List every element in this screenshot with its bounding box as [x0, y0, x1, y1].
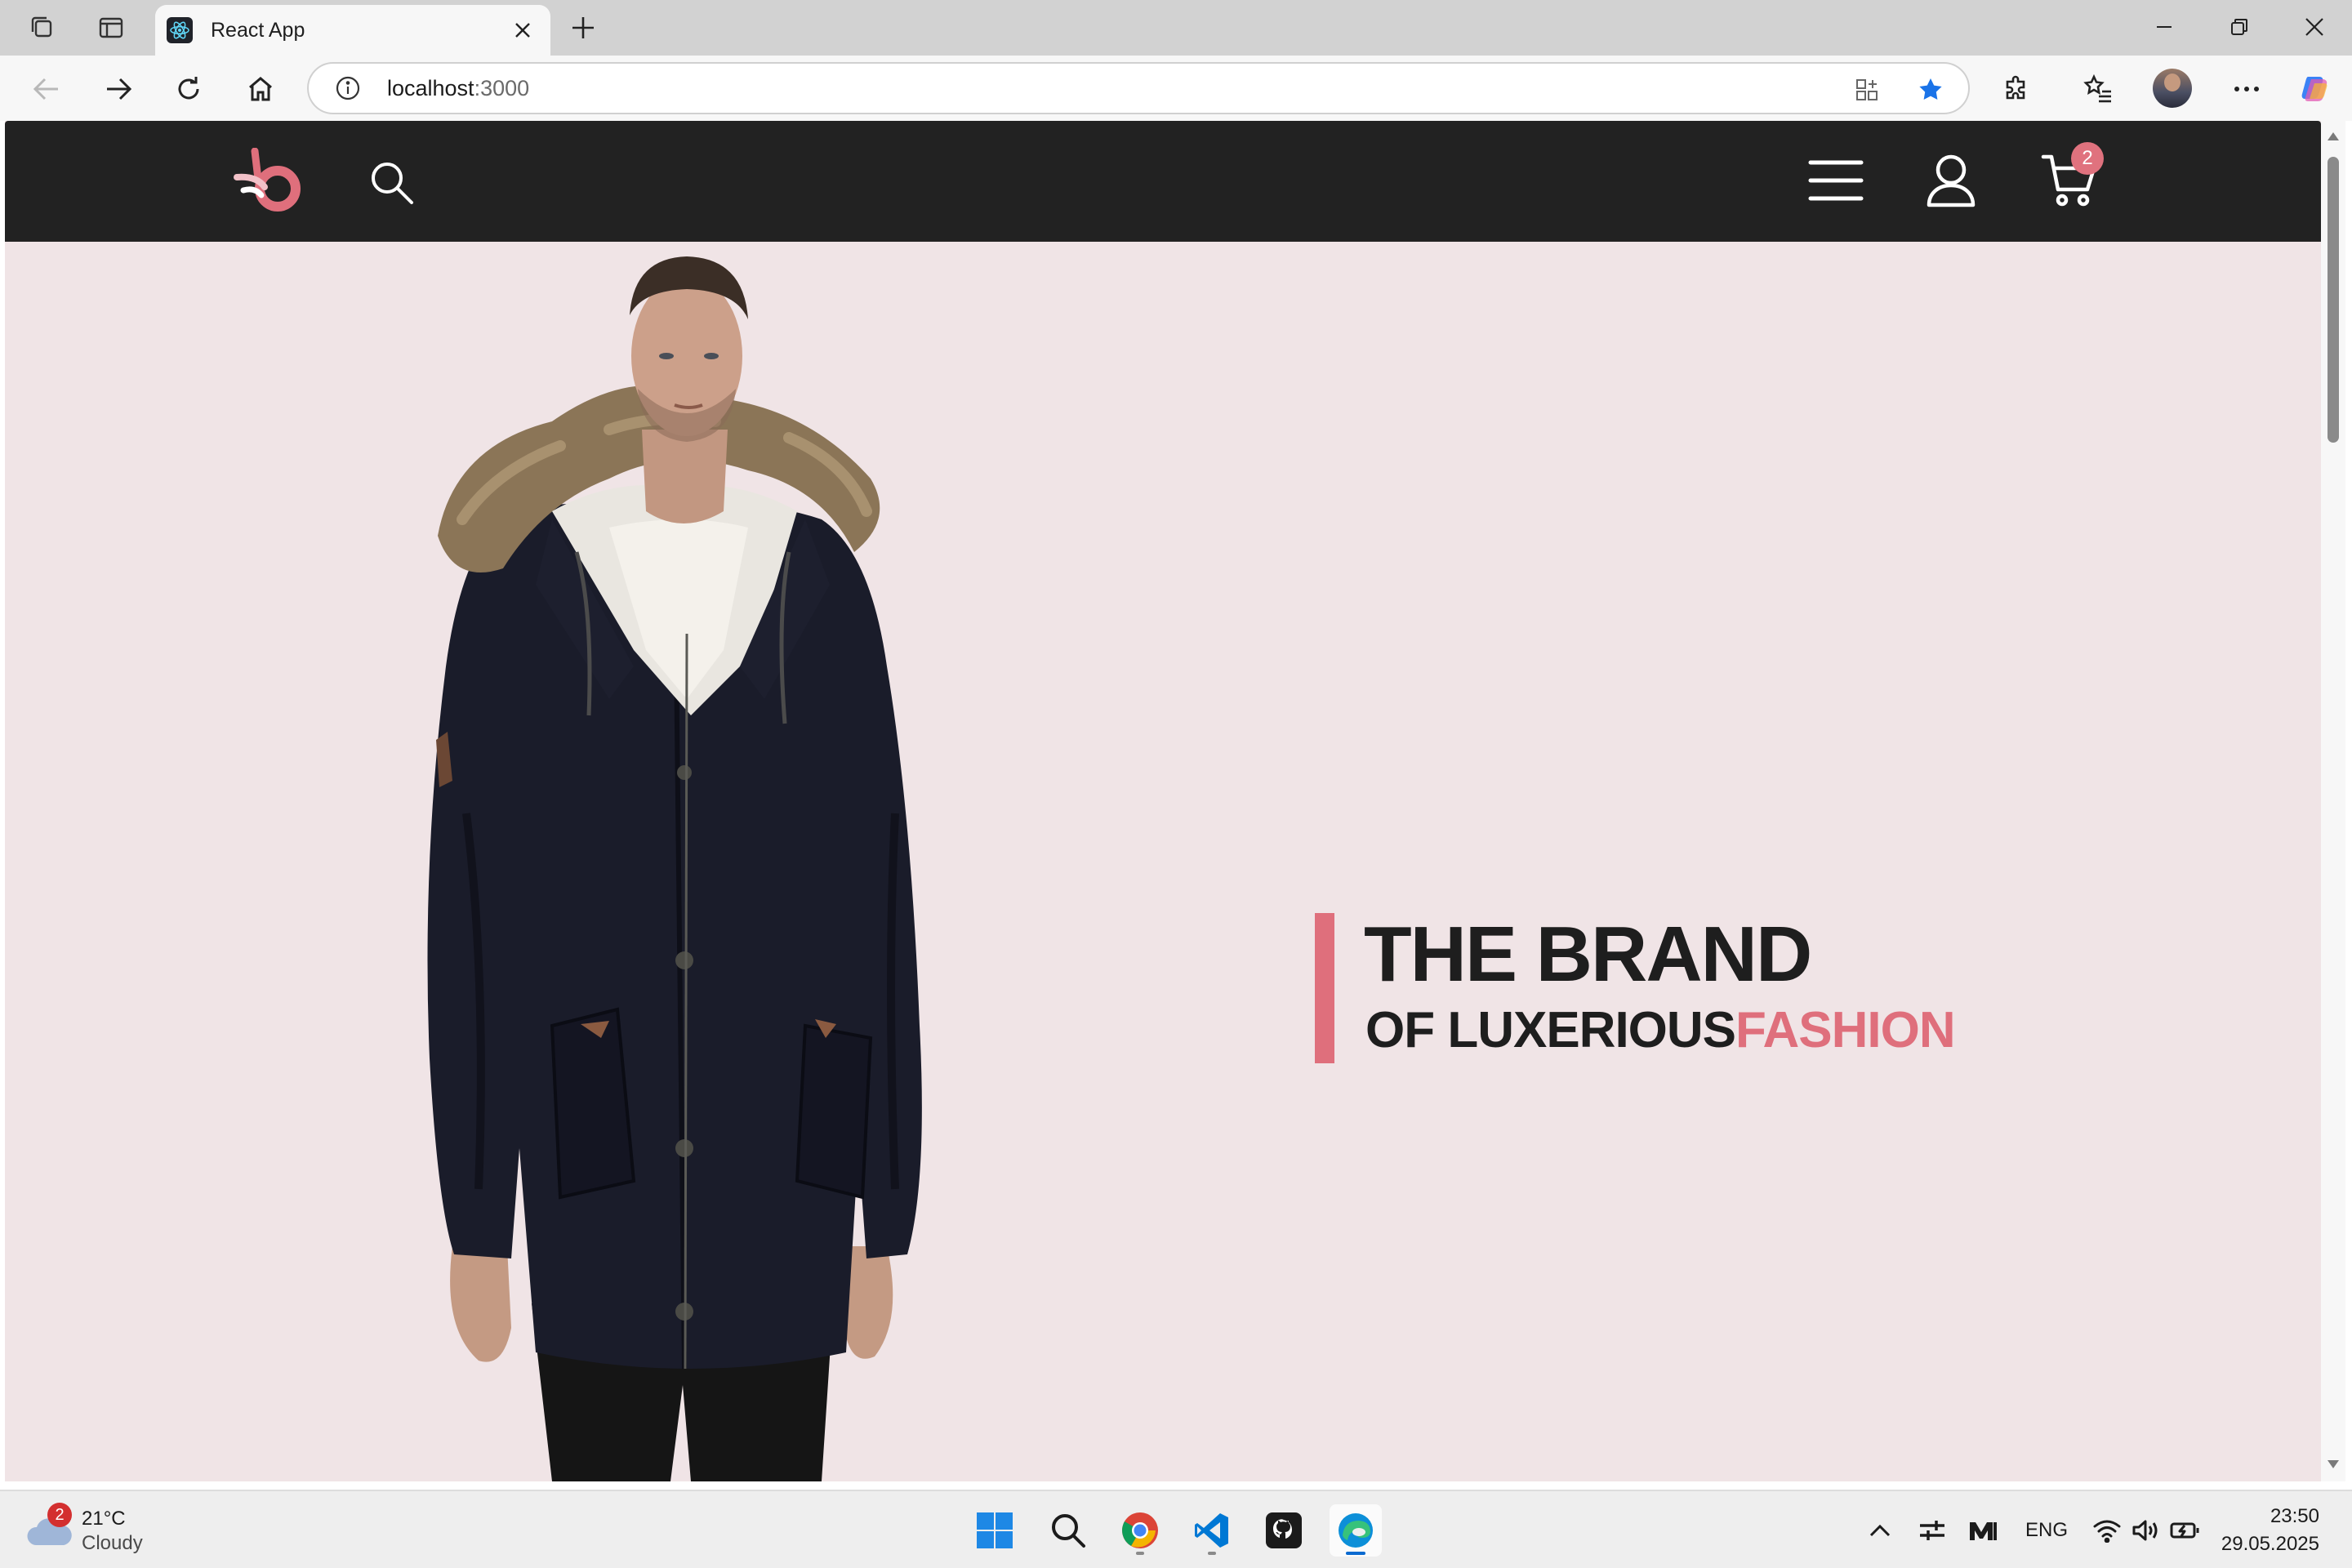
scrollbar-thumb[interactable]	[2328, 157, 2339, 443]
headline-line-2-accent: FASHION	[1735, 1002, 1956, 1058]
tray-meter-icon[interactable]	[1967, 1514, 1999, 1547]
chrome-running-indicator	[1136, 1552, 1144, 1555]
site-logo[interactable]	[230, 145, 312, 219]
headline-line-1: THE BRAND	[1364, 911, 1812, 998]
headline-line-2-prefix: OF LUXERIOUS	[1365, 1002, 1736, 1058]
system-clock[interactable]: 23:50 29.05.2025	[2221, 1503, 2319, 1558]
tab-title: React App	[211, 18, 305, 42]
wifi-icon[interactable]	[2091, 1514, 2123, 1547]
workspaces-icon[interactable]	[26, 11, 59, 44]
headline-line-2: OF LUXERIOUSFASHION	[1365, 1001, 1956, 1060]
browser-tab-strip: React App	[0, 0, 2352, 56]
address-bar[interactable]: localhost:3000	[307, 62, 1970, 114]
site-info-icon[interactable]	[333, 74, 363, 103]
home-icon[interactable]	[242, 70, 279, 108]
url-port: :3000	[474, 76, 530, 100]
clock-time: 23:50	[2270, 1505, 2319, 1527]
url-host: localhost	[387, 76, 474, 100]
hero-model-image	[427, 256, 922, 1481]
favorites-list-icon[interactable]	[2079, 70, 2117, 108]
new-tab-button[interactable]	[567, 11, 599, 44]
search-icon[interactable]	[366, 157, 416, 207]
vertical-tabs-icon[interactable]	[95, 11, 127, 44]
weather-widget[interactable]: 2 21°C Cloudy	[24, 1503, 188, 1560]
tray-app-icon[interactable]	[1916, 1514, 1949, 1547]
edge-active-indicator	[1346, 1552, 1365, 1555]
user-account-icon[interactable]	[1924, 150, 1978, 211]
vscode-app-icon[interactable]	[1186, 1504, 1238, 1557]
windows-taskbar: 2 21°C Cloudy ENG 23:50 29.05.2025	[0, 1490, 2352, 1568]
favorite-star-icon[interactable]	[1914, 74, 1947, 106]
reload-icon[interactable]	[170, 70, 207, 108]
cart-count-badge: 2	[2071, 142, 2104, 175]
scroll-down-arrow-icon[interactable]	[2326, 1457, 2341, 1472]
show-hidden-icons-chevron-icon[interactable]	[1864, 1514, 1896, 1547]
taskbar-search-icon[interactable]	[1042, 1504, 1094, 1557]
weather-temperature: 21°C	[82, 1508, 126, 1530]
headline-accent-bar	[1315, 913, 1334, 1063]
input-language[interactable]: ENG	[2025, 1519, 2068, 1542]
edge-app-icon[interactable]	[1330, 1504, 1382, 1557]
back-icon[interactable]	[28, 70, 65, 108]
weather-description: Cloudy	[82, 1532, 143, 1554]
scroll-up-arrow-icon[interactable]	[2326, 129, 2341, 144]
app-available-icon[interactable]	[1851, 74, 1883, 106]
close-tab-icon[interactable]	[508, 16, 537, 45]
browser-toolbar: localhost:3000	[0, 56, 2352, 121]
minimize-window-button[interactable]	[2140, 10, 2189, 44]
more-options-icon[interactable]	[2228, 70, 2265, 108]
start-button[interactable]	[969, 1504, 1021, 1557]
battery-charging-icon[interactable]	[2169, 1514, 2202, 1547]
hamburger-menu-icon[interactable]	[1806, 154, 1865, 207]
chrome-app-icon[interactable]	[1114, 1504, 1166, 1557]
url-text[interactable]: localhost:3000	[387, 76, 529, 101]
github-app-icon[interactable]	[1258, 1504, 1310, 1557]
vscode-running-indicator	[1208, 1552, 1216, 1555]
site-navbar: 2	[5, 121, 2321, 242]
weather-alert-badge: 2	[47, 1503, 72, 1527]
forward-icon[interactable]	[100, 70, 137, 108]
restore-window-button[interactable]	[2215, 10, 2264, 44]
copilot-icon[interactable]	[2296, 70, 2334, 108]
volume-icon[interactable]	[2130, 1514, 2163, 1547]
extensions-icon[interactable]	[1998, 70, 2035, 108]
page-scrollbar[interactable]	[2321, 121, 2345, 1481]
page-viewport: 2 THE BRAND OF LUXERIOUSFASHION	[5, 121, 2321, 1481]
close-window-button[interactable]	[2290, 10, 2339, 44]
profile-avatar[interactable]	[2153, 69, 2192, 108]
hero-section: THE BRAND OF LUXERIOUSFASHION	[5, 242, 2321, 1481]
clock-date: 29.05.2025	[2221, 1533, 2319, 1555]
browser-tab-active[interactable]: React App	[155, 5, 550, 56]
react-logo-icon	[167, 17, 193, 43]
